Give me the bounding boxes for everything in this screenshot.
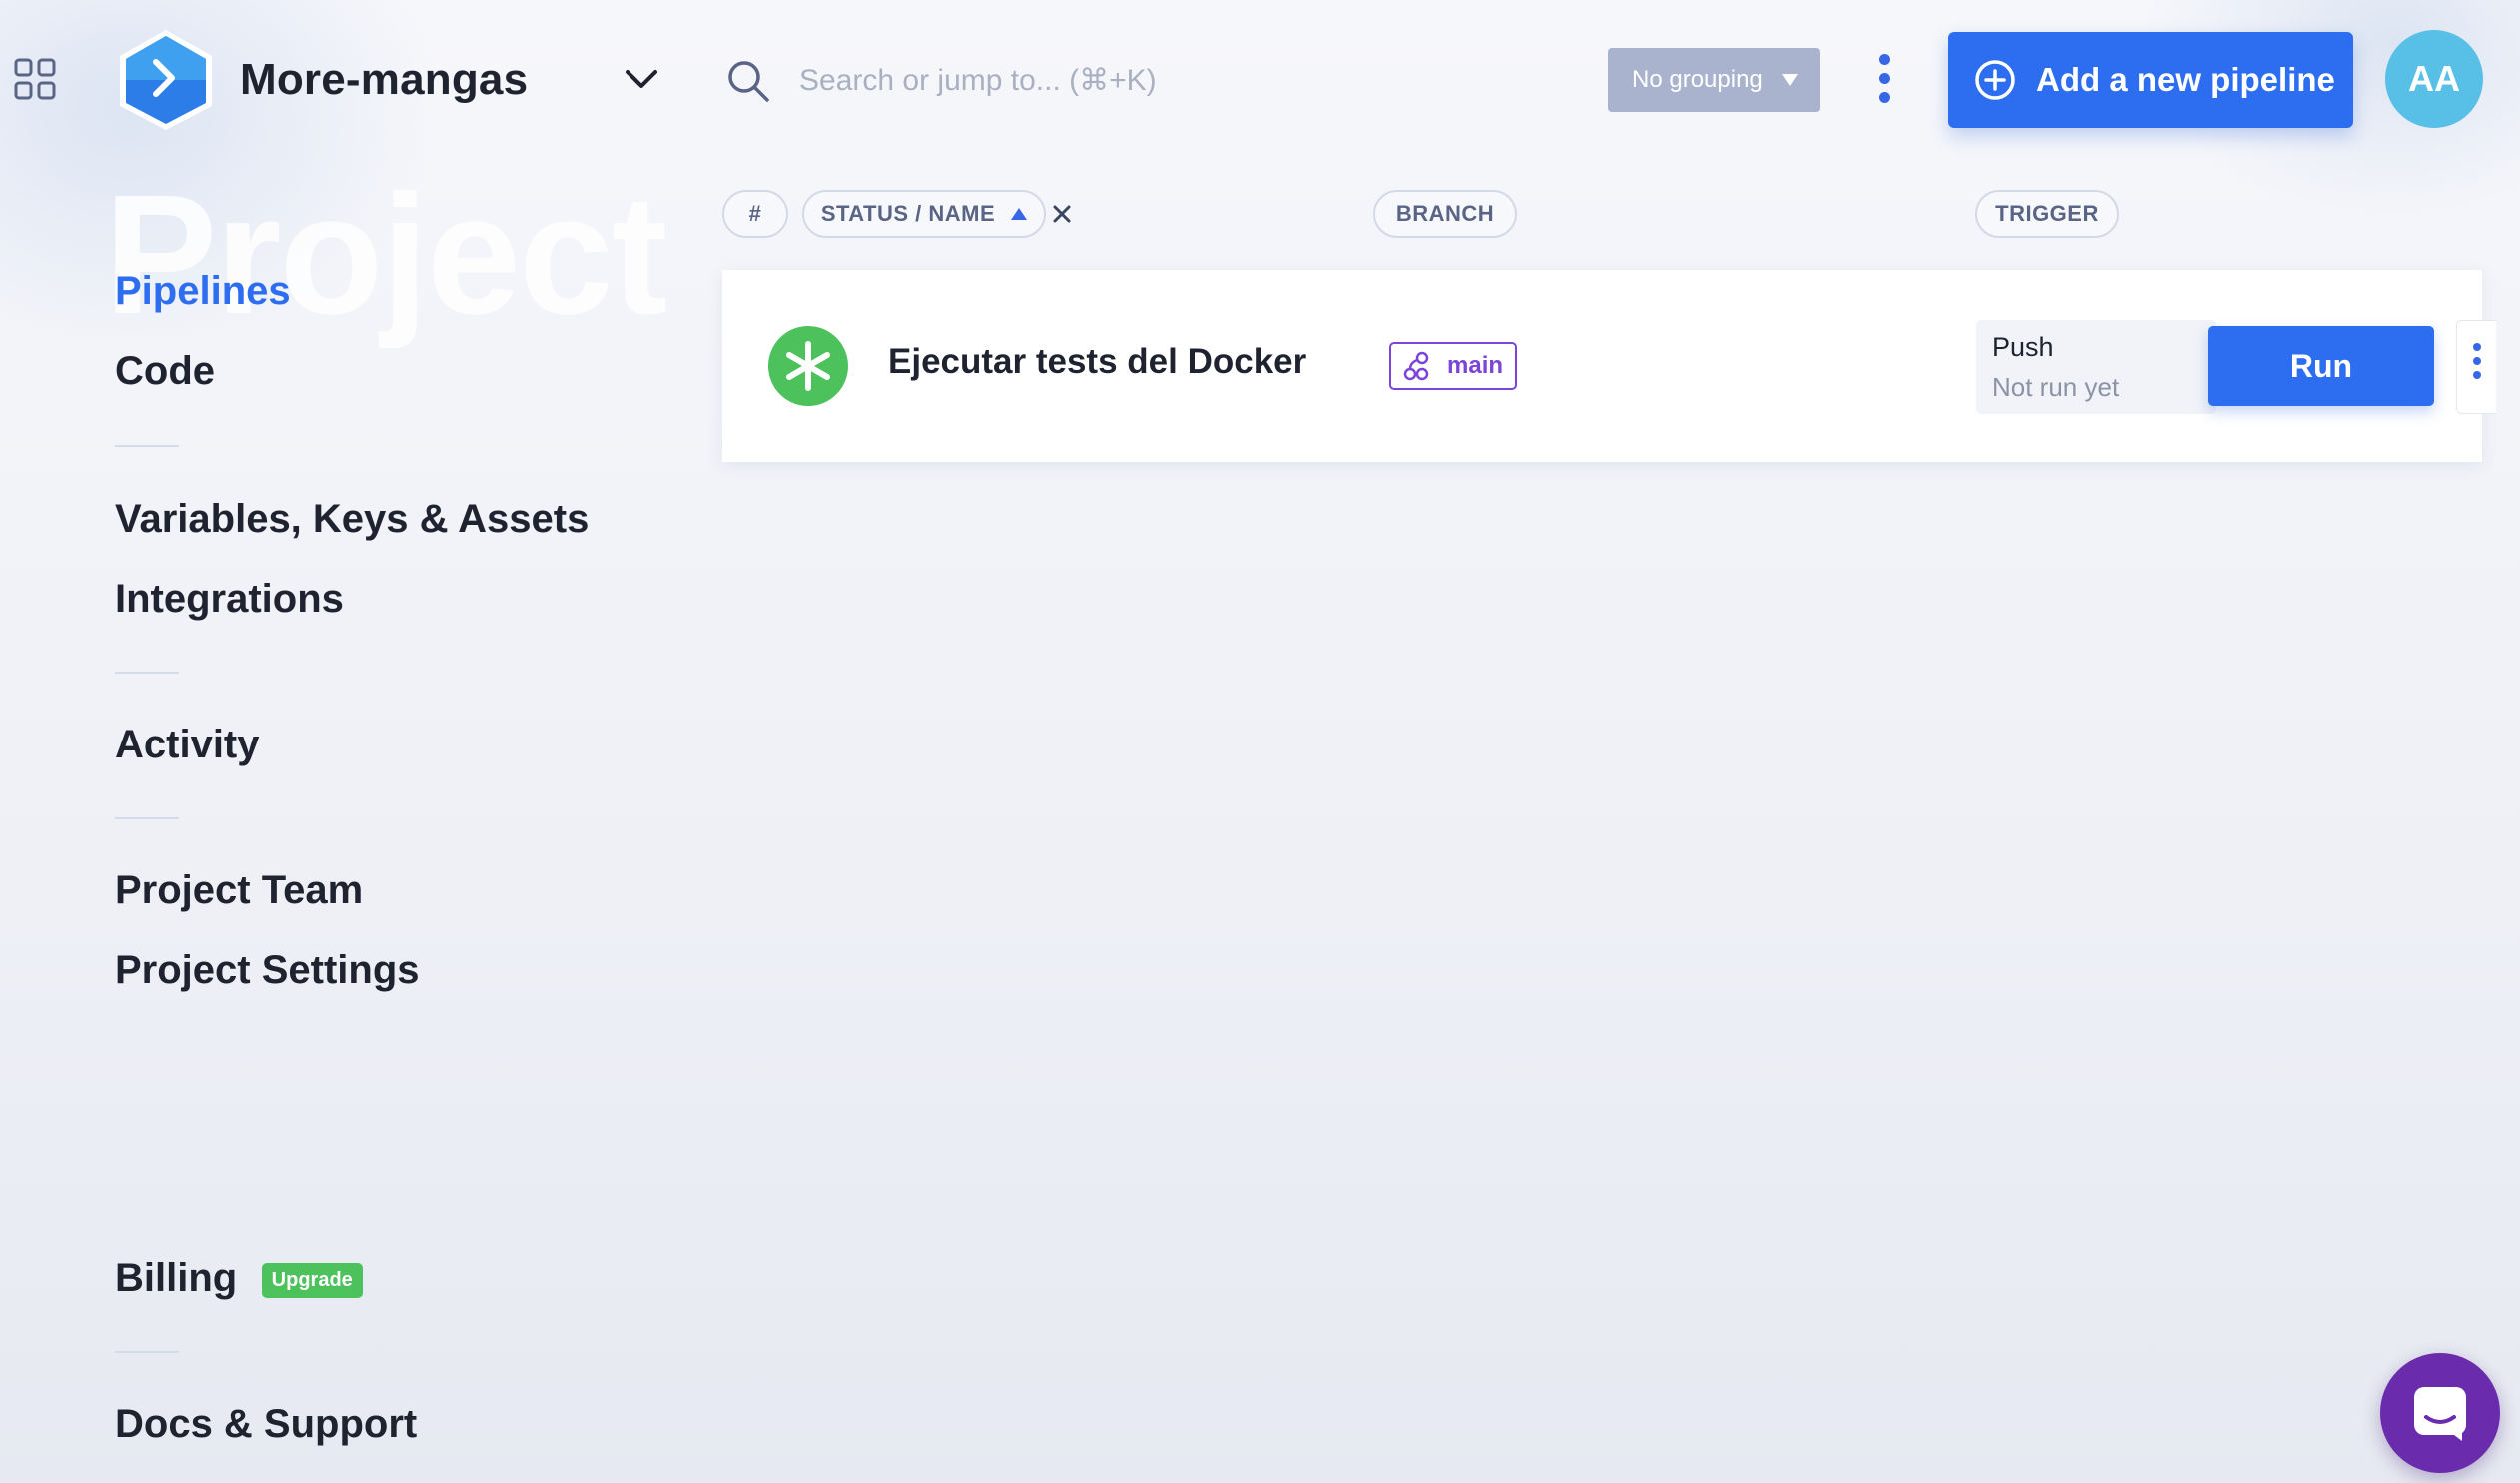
table-row[interactable]: Ejecutar tests del Docker main Push Not … [722,270,2496,462]
pipeline-name[interactable]: Ejecutar tests del Docker [888,342,1306,382]
sidebar-nav-team: Project Team [115,865,363,915]
sidebar-nav-code: Code [115,346,215,396]
sidebar-divider [115,445,179,447]
column-number-label: # [748,201,762,226]
run-button[interactable]: Run [2208,326,2434,406]
row-kebab-icon[interactable] [2456,320,2496,414]
grouping-select[interactable]: No grouping [1608,48,1820,112]
trigger-mode: Push [1992,332,2054,362]
upgrade-badge[interactable]: Upgrade [261,1263,363,1299]
sidebar-item-docs-support[interactable]: Docs & Support [115,1399,417,1449]
sidebar-item-variables[interactable]: Variables, Keys & Assets [115,494,589,544]
sidebar-item-pipelines[interactable]: Pipelines [115,266,291,316]
search-icon [728,61,769,102]
trigger-info: Push Not run yet [1976,320,2216,414]
sidebar-item-code[interactable]: Code [115,346,215,396]
project-logo-icon[interactable] [116,28,216,132]
column-status-name-label: STATUS / NAME [820,201,996,226]
sort-up-icon [1011,208,1028,220]
sidebar-item-integrations[interactable]: Integrations [115,574,344,624]
sidebar-nav-billing: Billing Upgrade [115,1253,363,1304]
sidebar-item-billing[interactable]: Billing [115,1256,237,1300]
column-branch[interactable]: BRANCH [1373,190,1517,238]
status-pending-icon [768,326,848,406]
avatar[interactable]: AA [2385,30,2483,128]
sidebar-divider [115,1351,179,1353]
branch-name: main [1447,352,1504,379]
branch-icon [1403,351,1429,381]
search-input[interactable] [799,54,1519,108]
sidebar-divider [115,817,179,819]
sidebar-nav-group-1: Pipelines [115,266,291,316]
column-trigger-label: TRIGGER [1995,201,2099,226]
sidebar-item-activity[interactable]: Activity [115,720,260,769]
sidebar-divider [115,672,179,674]
project-name[interactable]: More-mangas [240,52,528,108]
column-number[interactable]: # [722,190,788,238]
last-run-status: Not run yet [1992,372,2120,402]
chat-widget-button[interactable] [2380,1353,2500,1473]
plus-circle-icon [1975,60,2015,100]
sidebar-nav-integrations: Integrations [115,574,344,624]
grouping-label: No grouping [1632,66,1763,93]
column-trigger[interactable]: TRIGGER [1975,190,2119,238]
column-status-name[interactable]: STATUS / NAME [802,190,1046,238]
close-icon[interactable] [1051,200,1073,226]
sidebar-item-project-settings[interactable]: Project Settings [115,945,420,995]
add-pipeline-button[interactable]: Add a new pipeline [1948,32,2353,128]
sidebar-nav-activity: Activity [115,720,260,769]
add-pipeline-label: Add a new pipeline [2036,61,2335,98]
sidebar-nav-settings: Project Settings [115,945,420,995]
caret-down-icon [1782,74,1798,86]
chevron-down-icon[interactable] [622,62,661,98]
apps-grid-icon[interactable] [14,58,56,100]
sidebar-item-project-team[interactable]: Project Team [115,865,363,915]
branch-tag[interactable]: main [1389,342,1517,390]
more-options-kebab-icon[interactable] [1871,50,1896,108]
column-branch-label: BRANCH [1395,201,1495,226]
sidebar-nav-variables: Variables, Keys & Assets [115,494,589,544]
sidebar-nav-docs: Docs & Support [115,1399,417,1449]
chat-icon [2414,1387,2466,1441]
